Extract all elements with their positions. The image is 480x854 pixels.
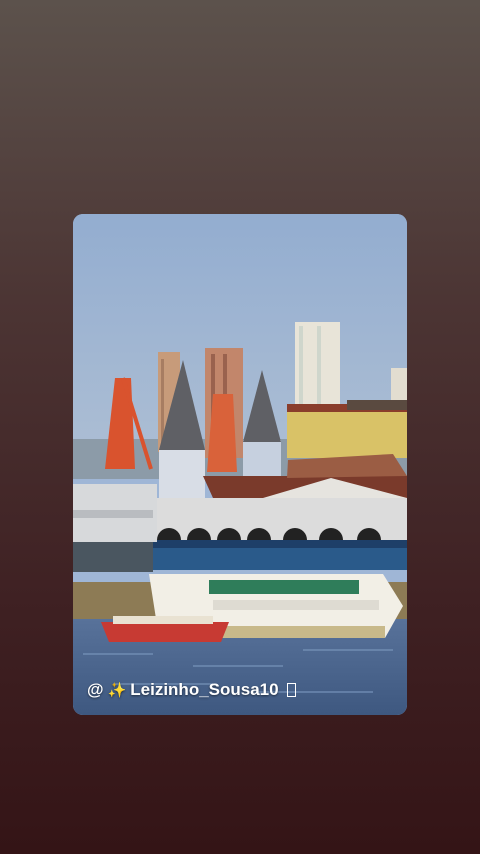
caption-mention[interactable]: @ ✨ Leizinho_Sousa10: [87, 678, 296, 702]
at-sign: @: [87, 680, 104, 699]
harbor-photo: [73, 214, 407, 715]
story-media-card[interactable]: @ ✨ Leizinho_Sousa10: [73, 214, 407, 715]
sparkle-icon: ✨: [107, 682, 127, 699]
missing-glyph-icon: [286, 683, 296, 697]
username-text: Leizinho_Sousa10: [130, 680, 279, 699]
